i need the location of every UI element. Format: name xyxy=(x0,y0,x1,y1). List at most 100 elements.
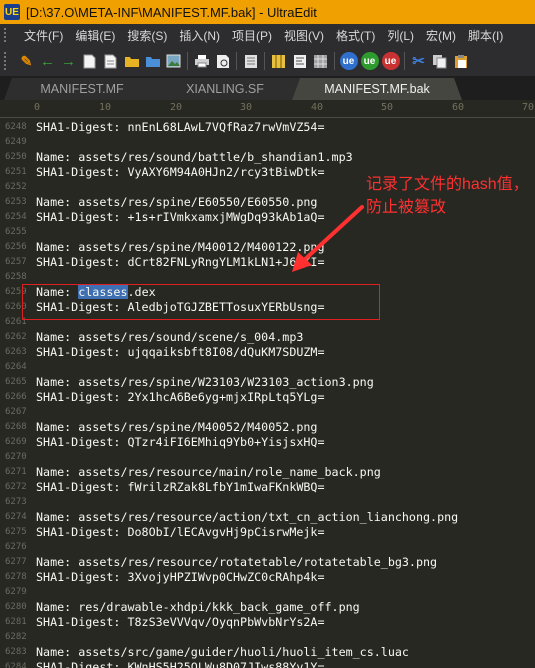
open-folder-icon[interactable] xyxy=(123,52,141,70)
line-number: 6252 xyxy=(5,182,27,192)
line-text: Name: assets/res/spine/E60550/E60550.png xyxy=(36,195,318,209)
annotation-text: 记录了文件的hash值， 防止被篡改 xyxy=(366,173,531,219)
image-icon[interactable] xyxy=(165,52,183,70)
paste-icon[interactable] xyxy=(452,52,470,70)
editor-line: 6275 SHA1-Digest: Do8ObI/lECAvgvHj9pCisrw… xyxy=(0,525,535,540)
forward-arrow-icon[interactable]: → xyxy=(60,52,78,70)
line-number: 6281 xyxy=(5,617,27,627)
toolbar-separator xyxy=(264,52,265,70)
document-list-icon[interactable] xyxy=(242,52,260,70)
line-text: Name: assets/res/spine/M40052/M40052.png xyxy=(36,420,318,434)
ruler-label: 70 xyxy=(522,102,535,113)
line-text: Name: assets/res/sound/scene/s_004.mp3 xyxy=(36,330,304,344)
editor-line: 6276 xyxy=(0,540,535,555)
line-number: 6266 xyxy=(5,392,27,402)
column-ruler: 0 10 20 30 40 50 60 70 xyxy=(0,100,535,118)
editor-line: 6273 xyxy=(0,495,535,510)
line-number: 6257 xyxy=(5,257,27,267)
menu-search[interactable]: 搜索(S) xyxy=(121,27,173,44)
menu-script[interactable]: 脚本(I) xyxy=(462,27,509,44)
line-number: 6282 xyxy=(5,632,27,642)
toolbar-separator xyxy=(236,52,237,70)
back-arrow-icon[interactable]: ← xyxy=(39,52,57,70)
line-text: SHA1-Digest: ujqqaiksbft8I08/dQuKM7SDUZM… xyxy=(36,345,325,359)
annotation-line-1: 记录了文件的hash值， xyxy=(366,176,529,193)
editor-line: 6248 SHA1-Digest: nnEnL68LAwL7VQfRaz7rwVm… xyxy=(0,120,535,135)
cut-icon[interactable]: ✂ xyxy=(410,52,428,70)
ue-red-icon[interactable]: ue xyxy=(381,52,400,70)
column-icon[interactable] xyxy=(270,52,288,70)
menu-grip-handle[interactable] xyxy=(4,28,12,42)
tab-xianling-sf[interactable]: XIANLING.SF xyxy=(150,78,300,100)
editor-line: 6270 xyxy=(0,450,535,465)
line-number: 6254 xyxy=(5,212,27,222)
line-number: 6275 xyxy=(5,527,27,537)
editor-line: 6266 SHA1-Digest: 2Yx1hcA6Be6yg+mjxIRpLtq… xyxy=(0,390,535,405)
ultraedit-app-icon: UE xyxy=(4,4,20,20)
ruler-label: 50 xyxy=(381,102,394,113)
menu-insert[interactable]: 插入(N) xyxy=(173,27,226,44)
edit-icon[interactable]: ✎ xyxy=(18,52,36,70)
line-number: 6273 xyxy=(5,497,27,507)
line-number: 6270 xyxy=(5,452,27,462)
editor-line: 6264 xyxy=(0,360,535,375)
ruler-label: 60 xyxy=(452,102,465,113)
ue-blue-icon[interactable]: ue xyxy=(339,52,358,70)
line-number: 6258 xyxy=(5,272,27,282)
line-text: SHA1-Digest: QTzr4iFI6EMhiq9Yb0+YisjsxHQ… xyxy=(36,435,325,449)
line-text: Name: assets/src/game/guider/huoli/huoli… xyxy=(36,645,409,659)
menu-bar: 文件(F) 编辑(E) 搜索(S) 插入(N) 项目(P) 视图(V) 格式(T… xyxy=(0,24,535,46)
line-number: 6264 xyxy=(5,362,27,372)
tab-label: MANIFEST.MF xyxy=(40,82,124,96)
editor-line: 6265 Name: assets/res/spine/W23103/W23103… xyxy=(0,375,535,390)
toolbar-separator xyxy=(187,52,188,70)
new-file-2-icon[interactable] xyxy=(102,52,120,70)
tab-label: XIANLING.SF xyxy=(186,82,264,96)
line-number: 6280 xyxy=(5,602,27,612)
line-text: SHA1-Digest: nnEnL68LAwL7VQfRaz7rwVmVZ54… xyxy=(36,120,325,134)
menu-column[interactable]: 列(L) xyxy=(381,27,420,44)
print-preview-icon[interactable] xyxy=(214,52,232,70)
menu-view[interactable]: 视图(V) xyxy=(278,27,330,44)
toolbar-separator xyxy=(404,52,405,70)
menu-edit[interactable]: 编辑(E) xyxy=(69,27,121,44)
print-icon[interactable] xyxy=(193,52,211,70)
annotation-line-2: 防止被篡改 xyxy=(366,199,447,216)
ue-green-icon[interactable]: ue xyxy=(360,52,379,70)
editor-line: 6258 xyxy=(0,270,535,285)
menu-format[interactable]: 格式(T) xyxy=(330,27,381,44)
ruler-label: 0 xyxy=(34,102,41,113)
editor-line: 6272 SHA1-Digest: fWrilzRZak8LfbY1mIwaFKn… xyxy=(0,480,535,495)
toolbar-grip-handle[interactable] xyxy=(4,52,12,70)
menu-project[interactable]: 项目(P) xyxy=(226,27,278,44)
editor-line: 6268 Name: assets/res/spine/M40052/M40052… xyxy=(0,420,535,435)
line-number: 6263 xyxy=(5,347,27,357)
editor-line: 6277 Name: assets/res/resource/rotatetabl… xyxy=(0,555,535,570)
new-file-icon[interactable] xyxy=(81,52,99,70)
toolbar-separator xyxy=(334,52,335,70)
line-number: 6262 xyxy=(5,332,27,342)
toolbar: ✎ ← → ue ue ue ✂ xyxy=(0,46,535,76)
editor-line: 6282 xyxy=(0,630,535,645)
editor-line: 6271 Name: assets/res/resource/main/role_… xyxy=(0,465,535,480)
line-number: 6268 xyxy=(5,422,27,432)
line-number: 6284 xyxy=(5,662,27,668)
editor-line: 6274 Name: assets/res/resource/action/txt… xyxy=(0,510,535,525)
editor-line: 6280 Name: res/drawable-xhdpi/kkk_back_ga… xyxy=(0,600,535,615)
line-text: SHA1-Digest: fWrilzRZak8LfbY1mIwaFKnkWBQ… xyxy=(36,480,325,494)
line-number: 6249 xyxy=(5,137,27,147)
line-number: 6283 xyxy=(5,647,27,657)
text-view-icon[interactable] xyxy=(291,52,309,70)
menu-file[interactable]: 文件(F) xyxy=(18,27,69,44)
copy-icon[interactable] xyxy=(431,52,449,70)
tab-manifest-mf-bak[interactable]: MANIFEST.MF.bak xyxy=(292,78,462,100)
tab-manifest-mf[interactable]: MANIFEST.MF xyxy=(4,78,160,100)
editor-line: 6283 Name: assets/src/game/guider/huoli/h… xyxy=(0,645,535,660)
menu-macro[interactable]: 宏(M) xyxy=(420,27,462,44)
line-text: SHA1-Digest: Do8ObI/lECAvgvHj9pCisrwMejk… xyxy=(36,525,325,539)
grid-view-icon[interactable] xyxy=(312,52,330,70)
line-number: 6250 xyxy=(5,152,27,162)
ruler-label: 20 xyxy=(170,102,183,113)
open-folder-2-icon[interactable] xyxy=(144,52,162,70)
window-title: [D:\37.O\META-INF\MANIFEST.MF.bak] - Ult… xyxy=(26,4,317,20)
